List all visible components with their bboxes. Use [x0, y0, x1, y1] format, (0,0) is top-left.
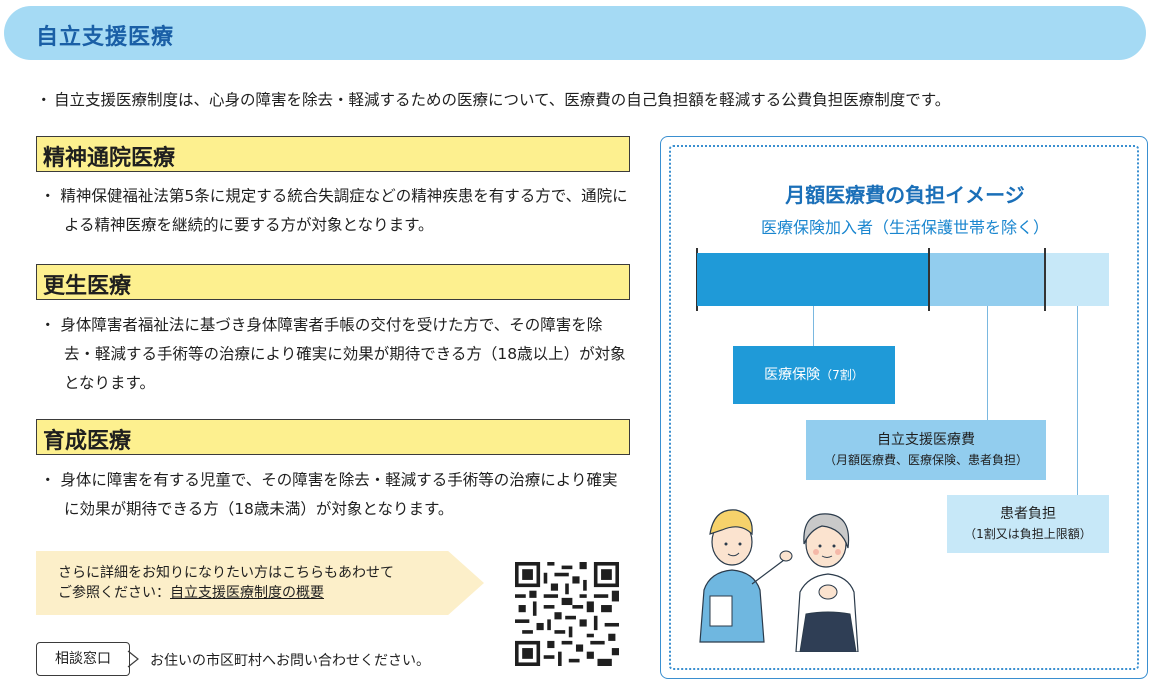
section-title: 精神通院医療: [43, 146, 176, 171]
info-callout: さらに詳細をお知りになりたい方はこちらもあわせて ご参照ください：自立支援医療制…: [36, 551, 484, 615]
label-text: 患者負担: [1000, 506, 1056, 522]
panel-subtitle: 医療保険加入者（生活保護世帯を除く）: [760, 218, 1049, 237]
connector-2: [987, 306, 988, 420]
intro-body: 自立支援医療制度は、心身の障害を除去・軽減するための医療について、医療費の自己負…: [54, 91, 951, 109]
section-text-seishin: ・ 精神保健福祉法第5条に規定する統合失調症などの精神疾患を有する方で、通院によ…: [40, 187, 628, 234]
connector-3: [1077, 306, 1078, 495]
bar-tick-mid1: [928, 248, 930, 311]
label-patient-cost: 患者負担 （1割又は負担上限額）: [947, 495, 1109, 553]
section-heading-ikusei: 育成医療: [36, 419, 630, 455]
label-note: （1割又は負担上限額）: [964, 527, 1092, 541]
page-title: 自立支援医療: [36, 25, 175, 50]
bar-medical-insurance: [697, 253, 929, 306]
label-support-cost: 自立支援医療費 （月額医療費、医療保険、患者負担）: [806, 420, 1046, 480]
panel-title: 月額医療費の負担イメージ: [785, 183, 1025, 207]
intro-text: ・自立支援医療制度は、心身の障害を除去・軽減するための医療について、医療費の自己…: [36, 88, 950, 110]
bullet: ・: [36, 91, 52, 109]
label-text: 医療保険: [764, 367, 821, 383]
info-line-2: ご参照ください：: [58, 585, 170, 601]
consult-text: お住いの市区町村へお問い合わせください。: [150, 653, 430, 669]
bar-patient-cost: [1045, 253, 1109, 306]
overview-link[interactable]: 自立支援医療制度の概要: [170, 585, 324, 601]
staff-and-patient-illustration: [699, 509, 859, 652]
bar-tick-mid2: [1044, 248, 1046, 311]
page-header: 自立支援医療: [4, 6, 1146, 60]
info-text: さらに詳細をお知りになりたい方はこちらもあわせて ご参照ください：自立支援医療制…: [58, 563, 394, 603]
section-title: 更生医療: [43, 274, 132, 299]
connector-1: [813, 306, 814, 346]
consult-label: 相談窓口: [36, 642, 130, 676]
qr-code[interactable]: [515, 562, 619, 666]
label-text: 自立支援医療費: [877, 432, 975, 448]
section-text-ikusei: ・ 身体に障害を有する児童で、その障害を除去・軽減する手術等の治療により確実に効…: [40, 471, 618, 518]
section-title: 育成医療: [43, 429, 132, 454]
chevron-right-icon: [127, 650, 139, 668]
section-text-kousei: ・ 身体障害者福祉法に基づき身体障害者手帳の交付を受けた方で、その障害を除去・軽…: [40, 316, 626, 392]
label-note: （7割）: [820, 368, 864, 382]
label-medical-insurance: 医療保険（7割）: [733, 346, 895, 404]
label-note: （月額医療費、医療保険、患者負担）: [823, 453, 1028, 467]
bar-support-cost: [929, 253, 1045, 306]
info-line-1: さらに詳細をお知りになりたい方はこちらもあわせて: [58, 565, 394, 581]
section-heading-kousei: 更生医療: [36, 264, 630, 300]
section-heading-seishin: 精神通院医療: [36, 136, 630, 172]
